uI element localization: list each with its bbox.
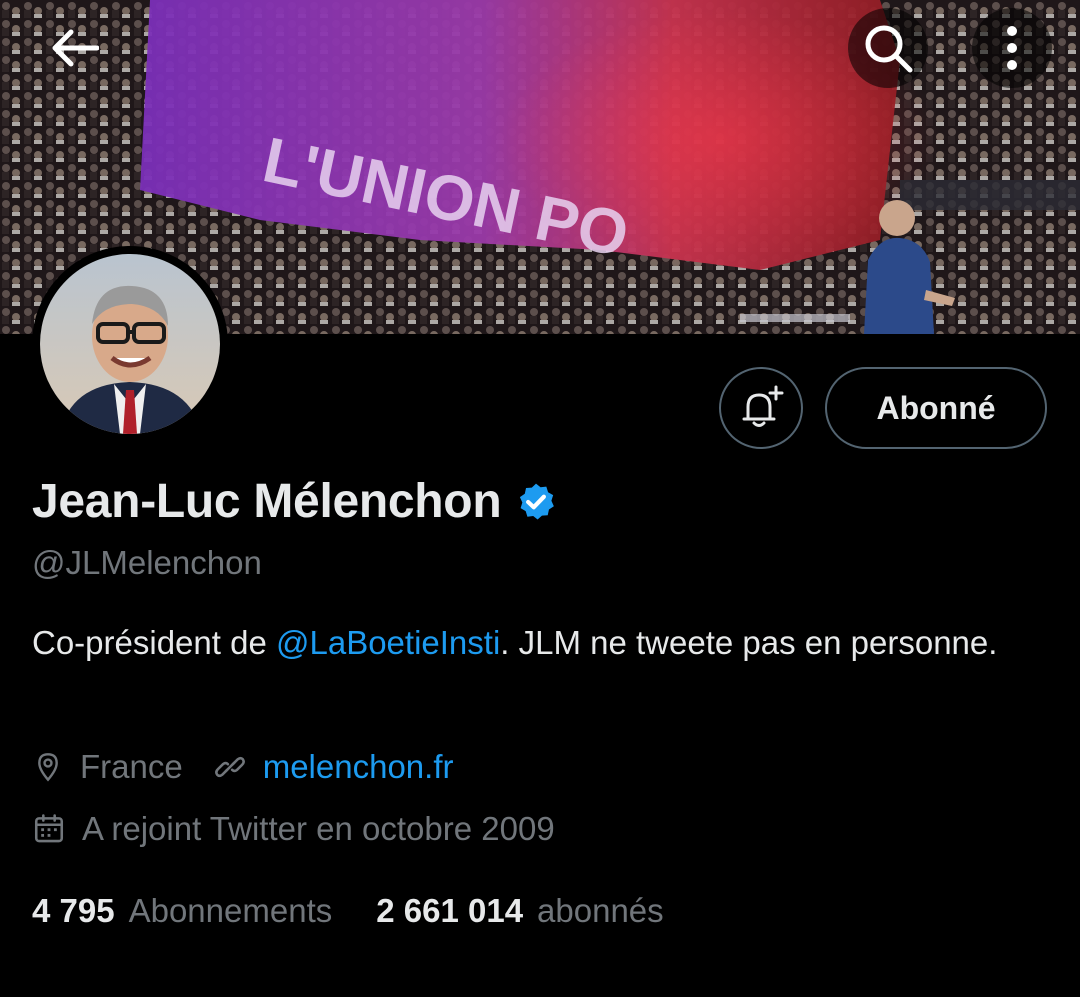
- search-button[interactable]: [848, 8, 928, 88]
- arrow-left-icon: [52, 29, 99, 67]
- search-icon: [865, 25, 913, 73]
- bio-text-prefix: Co-président de: [32, 624, 276, 661]
- profile-meta-row: France melenchon.fr: [32, 748, 453, 786]
- profile-stats: 4 795 Abonnements 2 661 014 abonnés: [32, 892, 664, 930]
- following-count: 4 795: [32, 892, 115, 929]
- profile-joined-date: A rejoint Twitter en octobre 2009: [82, 810, 555, 847]
- avatar-image: [40, 254, 220, 434]
- profile-name-row: Jean-Luc Mélenchon: [32, 474, 557, 529]
- followers-stat-link[interactable]: 2 661 014 abonnés: [376, 892, 663, 930]
- location-pin-icon: [32, 751, 64, 783]
- bio-text-suffix: . JLM ne tweete pas en personne.: [500, 624, 998, 661]
- following-button[interactable]: Abonné: [825, 367, 1047, 449]
- more-options-button[interactable]: [972, 8, 1052, 88]
- back-button[interactable]: [38, 18, 110, 78]
- following-stat-link[interactable]: 4 795 Abonnements: [32, 892, 332, 930]
- display-name: Jean-Luc Mélenchon: [32, 475, 502, 528]
- link-icon: [213, 750, 247, 784]
- profile-avatar[interactable]: [32, 246, 228, 442]
- profile-location: France: [80, 748, 183, 785]
- followers-label: abonnés: [537, 892, 664, 929]
- followers-count: 2 661 014: [376, 892, 524, 929]
- profile-joined-row: A rejoint Twitter en octobre 2009: [32, 810, 555, 848]
- calendar-icon: [32, 812, 66, 846]
- notifications-toggle-button[interactable]: [719, 367, 803, 449]
- profile-bio: Co-président de @LaBoetieInsti. JLM ne t…: [32, 618, 1032, 668]
- bio-mention-link[interactable]: @LaBoetieInsti: [276, 624, 500, 661]
- following-label: Abonnements: [128, 892, 333, 929]
- verified-badge-icon: [515, 481, 557, 523]
- profile-website-link[interactable]: melenchon.fr: [263, 748, 454, 786]
- profile-handle: @JLMelenchon: [32, 544, 262, 581]
- more-vertical-icon: [1007, 26, 1017, 70]
- bell-plus-icon: [742, 385, 784, 427]
